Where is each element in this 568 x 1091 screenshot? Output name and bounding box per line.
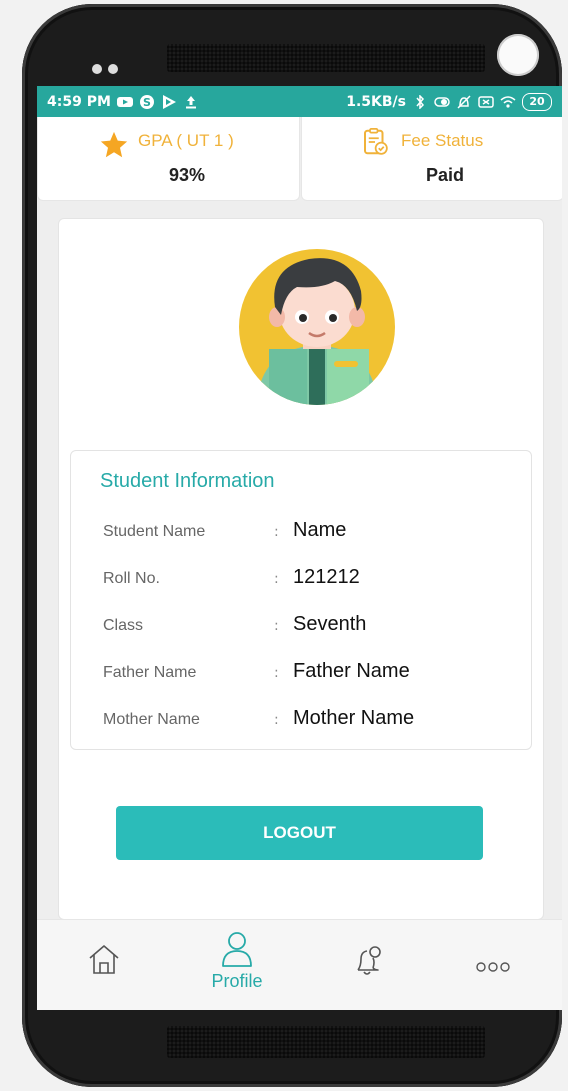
sensor-dot (108, 64, 118, 74)
logout-button[interactable]: LOGOUT (116, 806, 483, 860)
nav-profile[interactable]: Profile (197, 920, 277, 1010)
gpa-title: GPA ( UT 1 ) (138, 131, 234, 150)
home-icon (89, 945, 119, 974)
bottom-nav: Profile (37, 919, 562, 1010)
profile-content: Student Information Student Name : Name … (37, 203, 562, 920)
info-row-class: Class : Seventh (103, 613, 523, 643)
gpa-card[interactable]: GPA ( UT 1 ) 93% (37, 117, 300, 201)
fee-status-value: Paid (426, 165, 465, 185)
upload-icon (185, 95, 196, 108)
nav-home[interactable] (87, 942, 121, 1010)
info-label: Father Name (103, 664, 197, 681)
info-row-roll-no: Roll No. : 121212 (103, 566, 523, 596)
bluetooth-icon (416, 94, 425, 109)
info-separator: : (274, 524, 279, 540)
sensor-dot (92, 64, 102, 74)
clipboard-check-icon (364, 128, 388, 155)
info-label: Mother Name (103, 711, 200, 728)
play-store-icon (162, 94, 176, 109)
user-icon (222, 932, 252, 967)
student-avatar (239, 249, 395, 405)
student-info-heading: Student Information (100, 470, 275, 492)
student-info-panel: Student Information Student Name : Name … (70, 450, 532, 750)
info-label: Roll No. (103, 570, 160, 587)
fee-status-title: Fee Status (401, 131, 484, 150)
front-camera (497, 34, 539, 76)
gpa-value: 93% (169, 165, 206, 185)
info-value: Father Name (293, 660, 410, 682)
info-value: 121212 (293, 566, 360, 588)
network-speed: 1.5KB/s (346, 93, 406, 110)
battery-icon: 20 (522, 92, 552, 111)
info-separator: : (274, 665, 279, 681)
bell-icon (357, 946, 381, 975)
info-label: Student Name (103, 523, 206, 540)
svg-text:S: S (143, 96, 151, 109)
info-separator: : (274, 618, 279, 634)
info-row-mother-name: Mother Name : Mother Name (103, 707, 523, 737)
bottom-speaker-grille (167, 1026, 485, 1058)
nav-profile-label: Profile (211, 971, 263, 991)
nav-notifications[interactable] (351, 944, 385, 1010)
sim-icon (478, 95, 494, 108)
more-icon (476, 962, 510, 972)
wifi-icon (500, 95, 516, 108)
info-value: Name (293, 519, 347, 541)
info-row-student-name: Student Name : Name (103, 519, 523, 549)
info-separator: : (274, 712, 279, 728)
status-time: 4:59 PM (47, 93, 111, 110)
info-row-father-name: Father Name : Father Name (103, 660, 523, 690)
mute-alarm-icon (457, 94, 471, 109)
info-value: Seventh (293, 613, 367, 635)
top-speaker-grille (167, 44, 485, 72)
nav-more[interactable] (475, 958, 511, 1010)
fee-status-card[interactable]: Fee Status Paid (301, 117, 562, 201)
status-bar: 4:59 PM S 1.5KB/s 20 (37, 86, 562, 117)
toggle-icon (434, 96, 450, 107)
info-separator: : (274, 571, 279, 587)
star-icon (100, 131, 128, 158)
skype-icon: S (139, 94, 154, 109)
stats-row: GPA ( UT 1 ) 93% Fee Status Paid (37, 117, 562, 203)
app-screen: 4:59 PM S 1.5KB/s 20 GPA ( UT 1 ) 93% Fe… (37, 86, 562, 1010)
info-label: Class (103, 617, 144, 634)
youtube-icon (116, 96, 133, 107)
info-value: Mother Name (293, 707, 415, 729)
profile-card: Student Information Student Name : Name … (58, 218, 544, 920)
